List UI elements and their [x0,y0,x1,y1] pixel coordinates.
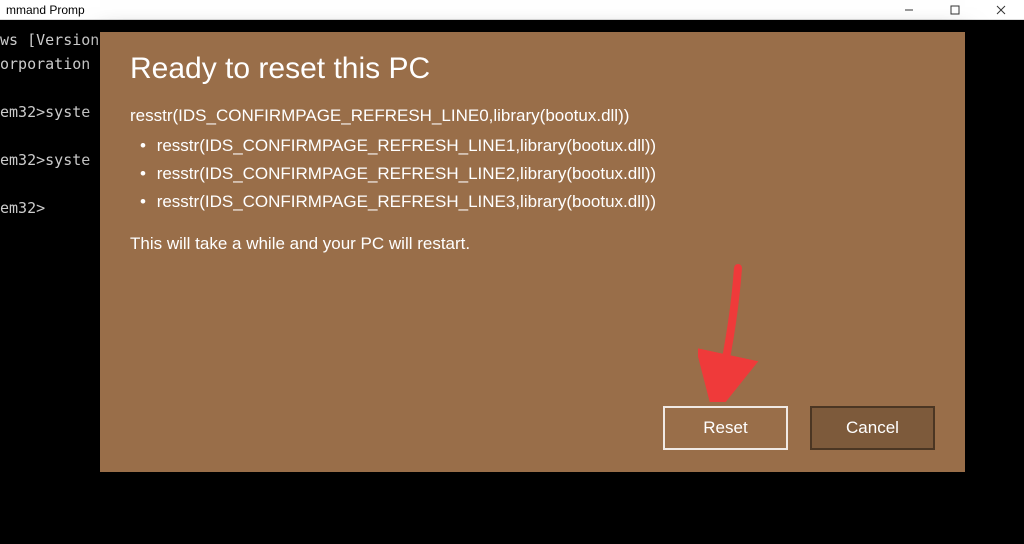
dialog-line0: resstr(IDS_CONFIRMPAGE_REFRESH_LINE0,lib… [130,102,935,130]
maximize-button[interactable] [932,0,978,19]
minimize-button[interactable] [886,0,932,19]
dialog-note: This will take a while and your PC will … [130,230,935,258]
reset-button[interactable]: Reset [663,406,788,450]
reset-pc-dialog: Ready to reset this PC resstr(IDS_CONFIR… [100,32,965,472]
dialog-bullet-list: resstr(IDS_CONFIRMPAGE_REFRESH_LINE1,lib… [130,132,935,216]
dialog-bullet: resstr(IDS_CONFIRMPAGE_REFRESH_LINE2,lib… [130,160,935,188]
dialog-bullet: resstr(IDS_CONFIRMPAGE_REFRESH_LINE1,lib… [130,132,935,160]
window-title: mmand Promp [0,3,886,17]
window-titlebar: mmand Promp [0,0,1024,20]
dialog-bullet: resstr(IDS_CONFIRMPAGE_REFRESH_LINE3,lib… [130,188,935,216]
dialog-body: resstr(IDS_CONFIRMPAGE_REFRESH_LINE0,lib… [130,102,935,406]
dialog-heading: Ready to reset this PC [130,52,935,86]
dialog-footer: Reset Cancel [130,406,935,450]
maximize-icon [950,5,960,15]
close-icon [996,5,1006,15]
cancel-button[interactable]: Cancel [810,406,935,450]
minimize-icon [904,5,914,15]
close-button[interactable] [978,0,1024,19]
